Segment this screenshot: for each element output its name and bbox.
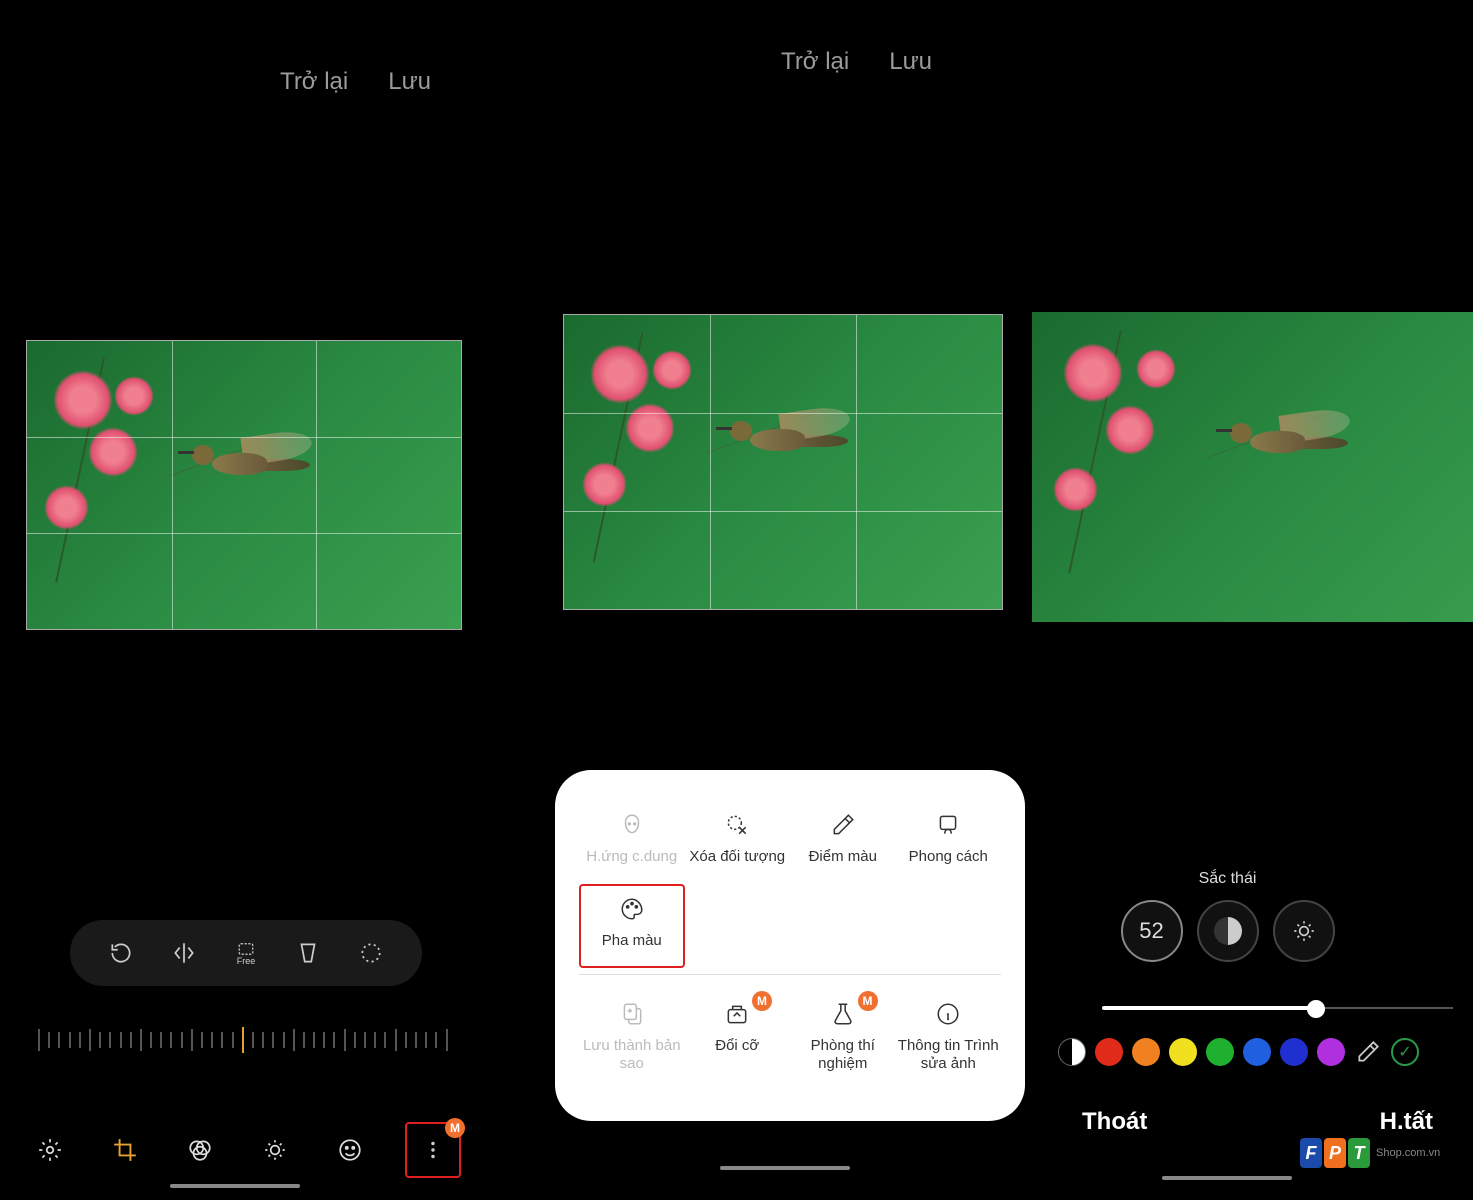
copy-icon bbox=[581, 997, 683, 1031]
swatch-bw[interactable] bbox=[1058, 1038, 1086, 1066]
nav-indicator bbox=[170, 1184, 300, 1188]
menu-item-palette[interactable]: Pha màu bbox=[579, 884, 685, 968]
free-label: Free bbox=[237, 956, 256, 966]
image-preview[interactable] bbox=[563, 314, 1003, 610]
filters-tab-icon[interactable] bbox=[180, 1130, 220, 1170]
bottom-nav: M bbox=[0, 1120, 491, 1180]
value-slider[interactable] bbox=[1102, 998, 1453, 1018]
menu-item-label: Phòng thí nghiệm bbox=[792, 1037, 894, 1073]
crop-tab-icon[interactable] bbox=[105, 1130, 145, 1170]
more-menu-button[interactable]: M bbox=[405, 1122, 461, 1178]
erase-icon bbox=[687, 808, 789, 842]
done-button[interactable]: H.tất bbox=[1380, 1108, 1433, 1136]
adjust-mode-row: 52 bbox=[982, 900, 1473, 962]
save-button[interactable]: Lưu bbox=[889, 48, 932, 76]
exit-button[interactable]: Thoát bbox=[1082, 1108, 1147, 1136]
more-menu-popup: H.ứng c.dungXóa đối tượngĐiểm màuPhong c… bbox=[555, 770, 1025, 1121]
menu-item-label: Pha màu bbox=[581, 932, 683, 950]
divider bbox=[579, 974, 1001, 975]
badge-new: M bbox=[752, 991, 772, 1011]
palette-icon bbox=[581, 892, 683, 926]
color-swatch[interactable] bbox=[1095, 1038, 1123, 1066]
menu-item-resize[interactable]: Đổi cỡ M bbox=[685, 989, 791, 1091]
menu-item-label: Đổi cỡ bbox=[687, 1037, 789, 1055]
menu-item-dropper[interactable]: Điểm màu bbox=[790, 800, 896, 884]
menu-item-label: Lưu thành bản sao bbox=[581, 1037, 683, 1073]
hue-value[interactable]: 52 bbox=[1121, 900, 1183, 962]
fpt-logo: F P T Shop.com.vn bbox=[1300, 1138, 1440, 1168]
lab-icon bbox=[792, 997, 894, 1031]
dropper-icon bbox=[792, 808, 894, 842]
menu-item-label: Xóa đối tượng bbox=[687, 848, 789, 866]
badge-new: M bbox=[858, 991, 878, 1011]
color-swatches: ✓ bbox=[1058, 1038, 1473, 1066]
color-swatch[interactable] bbox=[1317, 1038, 1345, 1066]
section-title: Sắc thái bbox=[982, 870, 1473, 888]
auto-icon[interactable] bbox=[30, 1130, 70, 1170]
perspective-icon[interactable] bbox=[293, 938, 323, 968]
nav-indicator bbox=[1162, 1176, 1292, 1180]
nav-indicator bbox=[720, 1166, 850, 1170]
color-swatch[interactable] bbox=[1169, 1038, 1197, 1066]
badge-new: M bbox=[445, 1118, 465, 1138]
luminance-mode[interactable] bbox=[1273, 900, 1335, 962]
menu-item-copy: Lưu thành bản sao bbox=[579, 989, 685, 1091]
color-picker-icon[interactable] bbox=[1354, 1038, 1382, 1066]
confirm-color-icon[interactable]: ✓ bbox=[1391, 1038, 1419, 1066]
menu-item-label: Điểm màu bbox=[792, 848, 894, 866]
crop-grid bbox=[564, 315, 1002, 609]
menu-item-face: H.ứng c.dung bbox=[579, 800, 685, 884]
color-swatch[interactable] bbox=[1132, 1038, 1160, 1066]
image-preview[interactable] bbox=[1032, 312, 1473, 622]
menu-item-lab[interactable]: Phòng thí nghiệm M bbox=[790, 989, 896, 1091]
color-swatch[interactable] bbox=[1243, 1038, 1271, 1066]
crop-grid bbox=[27, 341, 461, 629]
color-swatch[interactable] bbox=[1280, 1038, 1308, 1066]
save-button[interactable]: Lưu bbox=[388, 68, 431, 96]
flip-horizontal-icon[interactable] bbox=[169, 938, 199, 968]
menu-item-label: H.ứng c.dung bbox=[581, 848, 683, 866]
resize-icon bbox=[687, 997, 789, 1031]
menu-item-erase[interactable]: Xóa đối tượng bbox=[685, 800, 791, 884]
footer-actions: Thoát H.tất bbox=[982, 1108, 1473, 1136]
color-swatch[interactable] bbox=[1206, 1038, 1234, 1066]
image-preview[interactable] bbox=[26, 340, 462, 630]
saturation-mode[interactable] bbox=[1197, 900, 1259, 962]
lasso-icon[interactable] bbox=[356, 938, 386, 968]
photo-content bbox=[1032, 312, 1473, 622]
rotate-icon[interactable] bbox=[106, 938, 136, 968]
crop-toolbar: Free bbox=[70, 920, 422, 986]
back-button[interactable]: Trở lại bbox=[280, 68, 348, 96]
face-icon bbox=[581, 808, 683, 842]
adjust-tab-icon[interactable] bbox=[255, 1130, 295, 1170]
rotation-ruler[interactable] bbox=[38, 1020, 448, 1060]
aspect-free-icon[interactable]: Free bbox=[231, 938, 261, 968]
back-button[interactable]: Trở lại bbox=[781, 48, 849, 76]
sticker-tab-icon[interactable] bbox=[330, 1130, 370, 1170]
